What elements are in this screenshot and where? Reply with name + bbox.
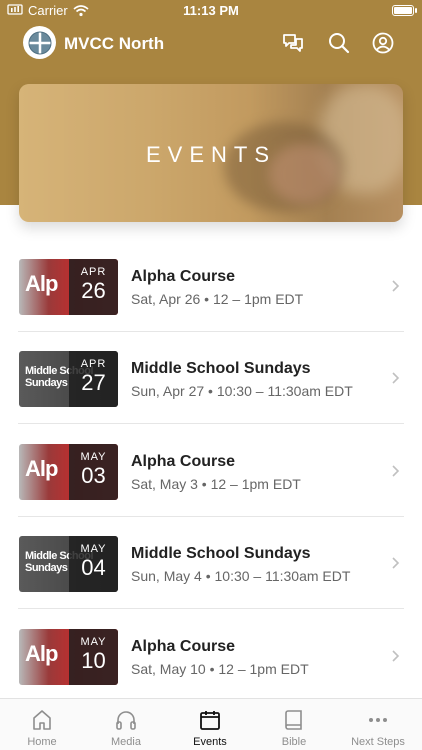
chat-icon [283,34,303,52]
chevron-right-icon [392,280,400,292]
profile-icon [372,32,394,54]
event-title: Alpha Course [131,638,236,655]
event-datetime: Sun, May 4 • 10:30 – 11:30am EDT [131,568,351,584]
event-datetime: Sat, May 10 • 12 – 1pm EDT [131,661,309,677]
event-thumbnail: Middle School Sundays APR 27 [19,351,118,407]
globe-icon [28,31,51,54]
date-badge: APR 26 [69,259,118,315]
chevron-right-icon [392,465,400,477]
event-datetime: Sat, Apr 26 • 12 – 1pm EDT [131,291,304,307]
event-row[interactable]: Alp MAY 10 Alpha Course Sat, May 10 • 12… [0,610,422,702]
calendar-icon [200,711,220,730]
event-datetime: Sun, Apr 27 • 10:30 – 11:30am EDT [131,383,353,399]
event-title: Alpha Course [131,453,236,470]
battery-icon [392,5,417,16]
search-button[interactable] [327,31,351,55]
event-thumbnail: Middle School Sundays MAY 04 [19,536,118,592]
event-thumbnail: Alp APR 26 [19,259,118,315]
tab-home[interactable]: Home [0,699,84,750]
app-title: MVCC North [64,34,165,53]
date-badge: MAY 04 [69,536,118,592]
home-icon [33,710,51,730]
date-badge: MAY 03 [69,444,118,500]
search-icon [329,33,350,54]
chevron-right-icon [392,650,400,662]
tab-bar: Home Media Events Bible Next Steps [0,698,422,750]
status-time: 11:13 PM [183,3,239,18]
tab-events[interactable]: Events [168,699,252,750]
more-icon [369,718,387,722]
status-bar: Carrier 11:13 PM [0,0,422,22]
date-badge: MAY 10 [69,629,118,685]
event-row[interactable]: Alp MAY 03 Alpha Course Sat, May 3 • 12 … [0,425,422,517]
tab-media[interactable]: Media [84,699,168,750]
chevron-right-icon [392,557,400,569]
chat-button[interactable] [281,31,305,55]
event-thumbnail: Alp MAY 10 [19,629,118,685]
book-icon [285,710,302,730]
event-thumbnail: Alp MAY 03 [19,444,118,500]
events-banner: EVENTS [19,84,403,222]
profile-button[interactable] [371,31,395,55]
banner-title: EVENTS [145,142,277,167]
chevron-right-icon [392,372,400,384]
date-badge: APR 27 [69,351,118,407]
tab-next-steps[interactable]: Next Steps [336,699,420,750]
event-datetime: Sat, May 3 • 12 – 1pm EDT [131,476,301,492]
tab-bible[interactable]: Bible [252,699,336,750]
church-logo[interactable] [23,26,56,59]
event-title: Middle School Sundays [131,545,311,562]
event-row[interactable]: Middle School Sundays MAY 04 Middle Scho… [0,517,422,609]
event-row[interactable]: Middle School Sundays APR 27 Middle Scho… [0,332,422,424]
event-title: Alpha Course [131,268,236,285]
event-row[interactable]: Alp APR 26 Alpha Course Sat, Apr 26 • 12… [0,240,422,332]
headphones-icon [116,711,136,730]
event-title: Middle School Sundays [131,360,311,377]
app-bar: MVCC North [0,26,422,62]
